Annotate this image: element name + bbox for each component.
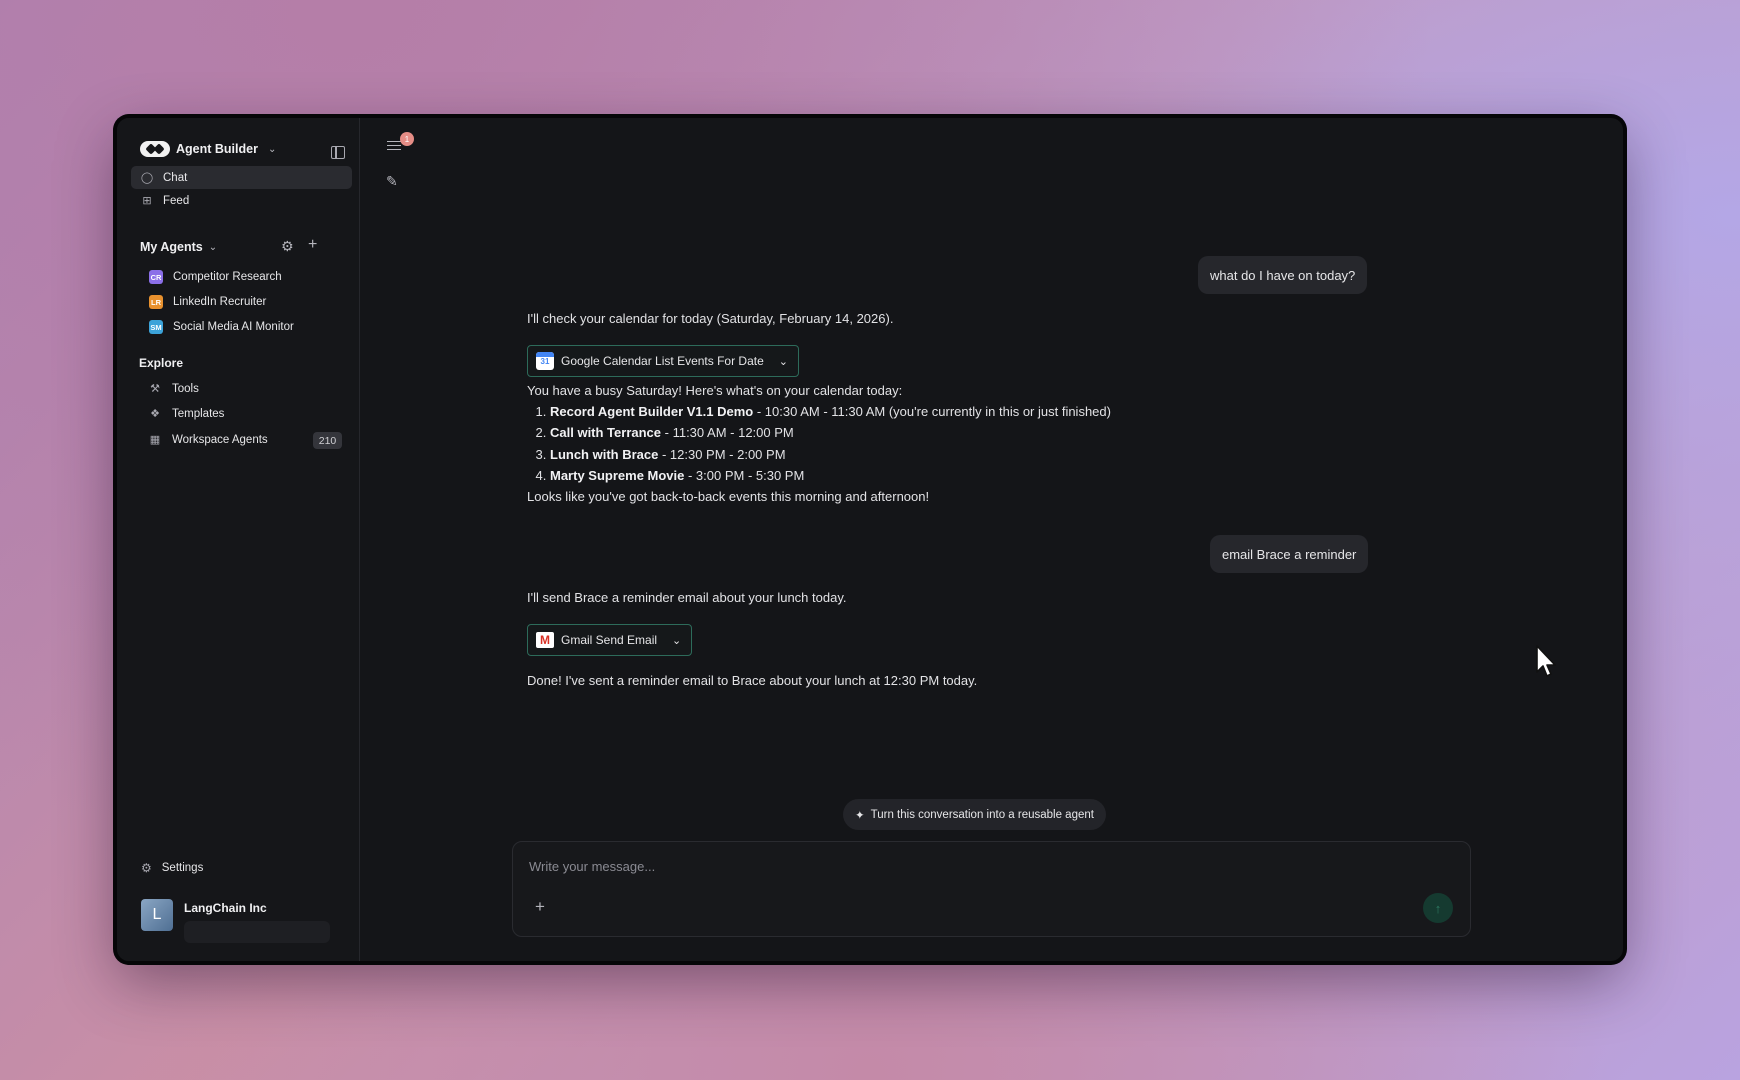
google-calendar-icon	[536, 352, 554, 370]
settings-item[interactable]: ⚙ Settings	[141, 861, 203, 875]
gmail-icon	[536, 632, 554, 648]
building-icon: ▦	[149, 434, 161, 446]
agent-avatar: SM	[149, 320, 163, 334]
message-input[interactable]	[529, 859, 1429, 874]
event-title: Marty Supreme Movie	[550, 467, 685, 483]
nav-item-label: Chat	[163, 171, 188, 184]
app-window: Agent Builder ⌄ ◯ Chat ⊞ Feed My Agents …	[117, 118, 1623, 961]
event-title: Record Agent Builder V1.1 Demo	[550, 404, 754, 420]
explore-item-label: Tools	[172, 382, 199, 395]
tool-call-google-calendar[interactable]: Google Calendar List Events For Date ⌄	[527, 345, 799, 377]
nav-item-label: Feed	[163, 194, 190, 207]
sidebar: Agent Builder ⌄ ◯ Chat ⊞ Feed My Agents …	[117, 118, 360, 961]
mouse-cursor-icon	[1536, 645, 1556, 677]
notification-badge: 1	[400, 132, 414, 146]
explore-item-label: Workspace Agents	[172, 433, 268, 446]
chat-icon: ◯	[140, 172, 154, 184]
agent-avatar: CR	[149, 270, 163, 284]
chevron-down-icon: ⌄	[672, 634, 682, 647]
assistant-message: Done! I've sent a reminder email to Brac…	[527, 673, 978, 688]
turn-into-agent-label: Turn this conversation into a reusable a…	[870, 808, 1094, 821]
events-outro: Looks like you've got back-to-back event…	[527, 489, 930, 505]
org-subtitle-redacted	[184, 921, 330, 943]
agent-competitor-research[interactable]: CR Competitor Research	[149, 270, 282, 284]
langchain-logo-icon	[140, 141, 170, 157]
assistant-message-events: You have a busy Saturday! Here's what's …	[527, 380, 1111, 507]
org-name: LangChain Inc	[184, 901, 267, 915]
gear-icon[interactable]: ⚙	[281, 238, 294, 255]
event-time: - 10:30 AM - 11:30 AM (you're currently …	[753, 404, 1111, 420]
org-switcher[interactable]: L LangChain Inc	[141, 899, 330, 943]
event-title: Lunch with Brace	[550, 446, 659, 462]
chat-main: 1 ✎ what do I have on today? I'll check …	[360, 118, 1623, 961]
add-agent-icon[interactable]: +	[308, 236, 317, 254]
new-chat-icon[interactable]: ✎	[386, 173, 398, 190]
chevron-down-icon: ⌄	[778, 355, 788, 368]
agent-linkedin-recruiter[interactable]: LR LinkedIn Recruiter	[149, 295, 266, 309]
list-item: Call with Terrance - 11:30 AM - 12:00 PM	[550, 422, 1111, 443]
nav-item-feed[interactable]: ⊞ Feed	[131, 189, 352, 212]
explore-title: Explore	[139, 356, 184, 370]
agent-avatar: LR	[149, 295, 163, 309]
list-item: Lunch with Brace - 12:30 PM - 2:00 PM	[550, 444, 1111, 465]
templates-icon: ❖	[150, 408, 160, 420]
user-message: what do I have on today?	[1198, 256, 1368, 294]
agent-label: LinkedIn Recruiter	[173, 296, 267, 308]
explore-item-tools[interactable]: ⚒ Tools	[149, 382, 199, 396]
assistant-message: I'll check your calendar for today (Satu…	[527, 311, 894, 326]
send-button[interactable]: ↑	[1423, 893, 1453, 923]
assistant-message: I'll send Brace a reminder email about y…	[527, 590, 847, 605]
explore-item-workspace-agents[interactable]: ▦ Workspace Agents	[149, 433, 268, 447]
user-message: email Brace a reminder	[1210, 535, 1369, 573]
events-intro: You have a busy Saturday! Here's what's …	[527, 383, 903, 398]
events-list: Record Agent Builder V1.1 Demo - 10:30 A…	[527, 401, 1111, 486]
nav-item-chat[interactable]: ◯ Chat	[131, 166, 352, 189]
list-item: Record Agent Builder V1.1 Demo - 10:30 A…	[550, 401, 1111, 422]
event-time: - 3:00 PM - 5:30 PM	[684, 467, 805, 483]
add-attachment-icon[interactable]: +	[535, 897, 545, 917]
agent-label: Social Media AI Monitor	[173, 321, 294, 333]
workspace-switcher[interactable]: Agent Builder ⌄	[140, 141, 276, 157]
tool-call-label: Gmail Send Email	[561, 633, 658, 647]
message-composer: + ↑	[512, 841, 1471, 937]
event-title: Call with Terrance	[550, 425, 662, 441]
magic-wand-icon: ✦	[855, 809, 865, 822]
wrench-icon: ⚒	[150, 383, 160, 395]
event-time: - 11:30 AM - 12:00 PM	[661, 425, 794, 441]
explore-item-label: Templates	[172, 407, 225, 420]
explore-item-templates[interactable]: ❖ Templates	[149, 407, 225, 421]
org-avatar: L	[141, 899, 173, 931]
my-agents-title[interactable]: My Agents	[140, 240, 203, 254]
workspace-agents-count-badge: 210	[313, 432, 342, 449]
event-time: - 12:30 PM - 2:00 PM	[658, 446, 786, 462]
tool-call-label: Google Calendar List Events For Date	[561, 354, 764, 368]
turn-into-agent-button[interactable]: ✦ Turn this conversation into a reusable…	[843, 799, 1106, 830]
collapse-sidebar-icon[interactable]	[331, 146, 345, 159]
chevron-down-icon[interactable]: ⌄	[209, 242, 217, 253]
chevron-down-icon: ⌄	[267, 143, 277, 155]
gear-icon: ⚙	[141, 861, 152, 875]
tool-call-gmail[interactable]: Gmail Send Email ⌄	[527, 624, 693, 656]
agent-label: Competitor Research	[173, 271, 282, 283]
menu-icon[interactable]	[387, 138, 401, 153]
app-title: Agent Builder	[176, 142, 258, 156]
feed-icon: ⊞	[142, 195, 152, 207]
list-item: Marty Supreme Movie - 3:00 PM - 5:30 PM	[550, 465, 1111, 486]
settings-label: Settings	[161, 862, 204, 874]
agent-social-media-ai-monitor[interactable]: SM Social Media AI Monitor	[149, 320, 294, 334]
